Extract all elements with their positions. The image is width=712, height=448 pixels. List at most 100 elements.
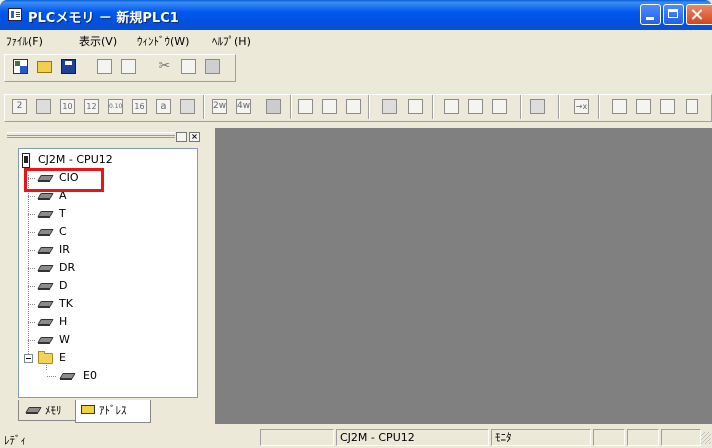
fill-button[interactable] <box>378 96 401 118</box>
new-button[interactable] <box>9 56 32 78</box>
compare-button[interactable] <box>488 96 511 118</box>
set-value-button[interactable]: →x <box>570 96 593 118</box>
copy-button[interactable] <box>177 56 200 78</box>
menu-view[interactable]: 表示(V) <box>79 33 117 49</box>
bcd-format-icon <box>36 99 51 114</box>
more-button[interactable] <box>682 96 705 118</box>
tree-item-label: IR <box>59 243 70 256</box>
four-word-button[interactable]: 4w <box>232 96 255 118</box>
copy-icon <box>181 59 196 74</box>
save-button[interactable] <box>57 56 80 78</box>
mdi-client-area[interactable] <box>215 128 712 424</box>
force-set-icon <box>612 99 627 114</box>
status-device: CJ2M - CPU12 <box>336 429 489 446</box>
tree-item-d[interactable]: D <box>28 279 109 293</box>
window-title: PLCメモリ － 新規PLC1 <box>28 11 179 26</box>
binary-format-button[interactable]: 2 <box>8 96 31 118</box>
tree-item-tk[interactable]: TK <box>28 297 109 311</box>
clear-button[interactable] <box>404 96 427 118</box>
maximize-button[interactable] <box>663 4 684 25</box>
table-button[interactable] <box>262 96 285 118</box>
minimize-button[interactable] <box>640 4 661 25</box>
memory-chip-icon <box>37 335 53 345</box>
tree-item-c[interactable]: C <box>28 225 109 239</box>
resize-grip-icon[interactable] <box>701 432 711 444</box>
toolbar-separator <box>598 95 600 119</box>
set-value-icon: →x <box>574 99 589 114</box>
tree-item-label: E0 <box>83 369 97 382</box>
four-word-icon: 4w <box>236 99 251 114</box>
tree-item-label: DR <box>59 261 76 274</box>
toolbar-separator <box>520 95 522 119</box>
tab-memory[interactable]: ﾒﾓﾘ <box>18 400 76 421</box>
pane-header[interactable]: × <box>5 128 203 144</box>
toolbar-separator <box>432 95 434 119</box>
force-reset-button[interactable] <box>632 96 655 118</box>
force-cancel-button[interactable] <box>656 96 679 118</box>
tree-connector <box>28 340 36 341</box>
toolbar-separator <box>203 95 205 119</box>
paste-button[interactable] <box>201 56 224 78</box>
ascii-format-icon: a <box>156 99 171 114</box>
bcd-format-button[interactable] <box>32 96 55 118</box>
compare-icon <box>492 99 507 114</box>
double-float-format-button[interactable] <box>176 96 199 118</box>
folder-icon <box>38 351 53 364</box>
tree-root[interactable]: CJ2M - CPU12 <box>19 153 179 168</box>
tree-connector <box>28 304 36 305</box>
print-button[interactable] <box>93 56 116 78</box>
pane-grip[interactable] <box>7 132 175 138</box>
tree-item-t[interactable]: T <box>28 207 109 221</box>
tree-item-ir[interactable]: IR <box>28 243 109 257</box>
tree-item-label: C <box>59 225 67 238</box>
tree-item-label: TK <box>59 297 73 310</box>
menu-file[interactable]: ﾌｧｲﾙ(F) <box>6 33 43 49</box>
find-replace-icon <box>322 99 337 114</box>
title-bar[interactable]: PLCメモリ － 新規PLC1 <box>0 0 712 30</box>
tree-item-e0[interactable]: E0 <box>47 369 127 383</box>
plc-icon <box>22 153 30 168</box>
float-format-button[interactable]: 0.10 <box>104 96 127 118</box>
hex-format-button[interactable]: 16 <box>128 96 151 118</box>
transfer-from-plc-button[interactable] <box>464 96 487 118</box>
collapse-icon[interactable] <box>24 354 33 363</box>
find-next-icon <box>346 99 361 114</box>
decimal-format-button[interactable]: 10 <box>56 96 79 118</box>
highlight-box <box>24 168 104 192</box>
menu-help[interactable]: ﾍﾙﾌﾟ(H) <box>212 33 251 49</box>
status-mode: ﾓﾆﾀ <box>491 429 591 446</box>
pane-collapse-icon[interactable] <box>176 132 187 142</box>
cut-button[interactable]: ✂ <box>153 56 176 78</box>
tree-item-label: W <box>59 333 70 346</box>
standard-toolbar: ✂ <box>0 52 712 85</box>
ascii-format-button[interactable]: a <box>152 96 175 118</box>
find-icon <box>298 99 313 114</box>
find-next-button[interactable] <box>342 96 365 118</box>
force-set-button[interactable] <box>608 96 631 118</box>
tree-item-e[interactable]: E <box>19 351 99 365</box>
tree-item-h[interactable]: H <box>28 315 109 329</box>
two-word-button[interactable]: 2w <box>208 96 231 118</box>
status-panel-empty <box>593 429 625 446</box>
paste-icon <box>205 59 220 74</box>
menu-window[interactable]: ｳｨﾝﾄﾞｳ(W) <box>137 33 189 49</box>
data-format-toolbar: 2 10 12 0.10 16 a 2w 4w →x <box>0 92 712 125</box>
print-preview-button[interactable] <box>117 56 140 78</box>
monitor-button[interactable] <box>526 96 549 118</box>
find-replace-button[interactable] <box>318 96 341 118</box>
tab-address[interactable]: ｱﾄﾞﾚｽ <box>75 400 151 423</box>
open-button[interactable] <box>33 56 56 78</box>
tree-item-w[interactable]: W <box>28 333 109 347</box>
transfer-to-plc-button[interactable] <box>440 96 463 118</box>
tree-connector <box>47 376 57 377</box>
signed-decimal-format-button[interactable]: 12 <box>80 96 103 118</box>
fill-icon <box>382 99 397 114</box>
tree-item-dr[interactable]: DR <box>28 261 109 275</box>
find-button[interactable] <box>294 96 317 118</box>
plc-memory-app-icon[interactable] <box>8 8 22 21</box>
tree-connector <box>28 250 36 251</box>
print-preview-icon <box>121 59 136 74</box>
close-button[interactable] <box>686 4 712 25</box>
memory-chip-icon <box>37 299 53 309</box>
pane-close-icon[interactable]: × <box>189 132 200 142</box>
